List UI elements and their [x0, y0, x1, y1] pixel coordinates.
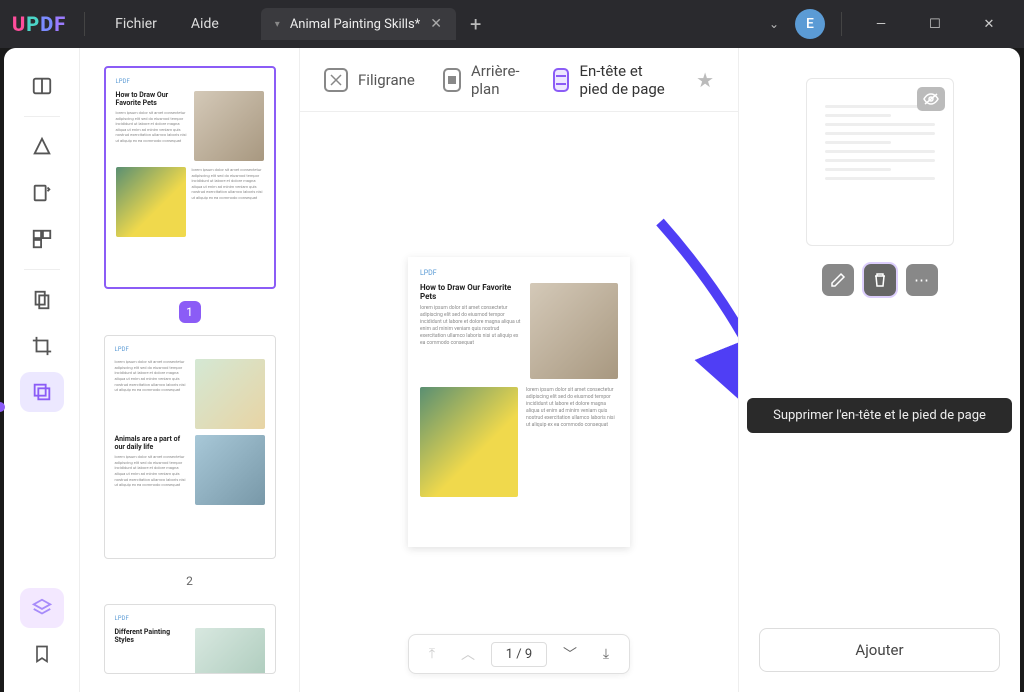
thumb-image: [195, 435, 265, 505]
last-page-button[interactable]: ⤓: [593, 641, 619, 667]
right-panel: ⋯ Supprimer l'en-tête et le pied de page…: [738, 48, 1020, 692]
thumbnail-page-1[interactable]: LPDF How to Draw Our Favorite Pets lorem…: [104, 66, 276, 289]
app-logo: UPDF: [12, 12, 66, 36]
annotation-arrow: [640, 212, 738, 432]
divider: [84, 12, 85, 36]
titlebar: UPDF Fichier Aide ▾ Animal Painting Skil…: [0, 0, 1024, 48]
doc-header: LPDF: [420, 269, 618, 277]
doc-title: How to Draw Our Favorite Pets: [420, 283, 522, 301]
close-icon[interactable]: ✕: [430, 16, 442, 32]
rail-reader-icon[interactable]: [20, 66, 64, 106]
document-viewport[interactable]: LPDF How to Draw Our Favorite Pets lorem…: [300, 112, 738, 692]
thumbnail-number: 2: [179, 571, 201, 593]
rail-indicator: [4, 402, 5, 412]
doc-image-dog: [530, 283, 618, 379]
document-page: LPDF How to Draw Our Favorite Pets lorem…: [408, 257, 630, 547]
tool-tabs: Filigrane Arrière-plan En-tête et pied d…: [300, 48, 738, 112]
window-controls: ⌄ E — ☐ ✕: [761, 8, 1012, 40]
thumb-image: [195, 359, 265, 429]
thumb-header: LPDF: [116, 78, 264, 85]
header-footer-preview[interactable]: [806, 78, 954, 246]
rail-edit-icon[interactable]: [20, 173, 64, 213]
page-indicator[interactable]: 1 / 9: [491, 642, 547, 667]
edit-button[interactable]: [822, 264, 854, 296]
tab-watermark[interactable]: Filigrane: [324, 68, 415, 92]
page-navigation: ⤒ ︿ 1 / 9 ﹀ ⤓: [408, 634, 630, 674]
header-footer-icon: [553, 68, 569, 92]
document-tab[interactable]: ▾ Animal Painting Skills* ✕: [261, 8, 456, 40]
chevron-down-icon[interactable]: ⌄: [761, 13, 787, 35]
menu-help[interactable]: Aide: [179, 10, 231, 38]
more-button[interactable]: ⋯: [906, 264, 938, 296]
tab-header-footer[interactable]: En-tête et pied de page: [553, 62, 668, 98]
rail-organize-icon[interactable]: [20, 219, 64, 259]
doc-paragraph: lorem ipsum dolor sit amet consectetur a…: [420, 305, 522, 347]
thumb-image: [116, 167, 186, 237]
rail-layers-icon[interactable]: [20, 588, 64, 628]
thumb-title: Animals are a part of our daily life: [115, 435, 189, 451]
thumbnail-panel: LPDF How to Draw Our Favorite Pets lorem…: [80, 48, 300, 692]
thumb-title: How to Draw Our Favorite Pets: [116, 91, 188, 107]
minimize-button[interactable]: —: [858, 8, 904, 40]
thumbnail-page-2[interactable]: LPDF lorem ipsum dolor sit amet consecte…: [104, 335, 276, 558]
rail-crop-icon[interactable]: [20, 326, 64, 366]
rail-ocr-icon[interactable]: [20, 280, 64, 320]
add-button[interactable]: Ajouter: [759, 628, 1000, 672]
first-page-button[interactable]: ⤒: [419, 641, 445, 667]
background-icon: [443, 68, 461, 92]
thumbnail-page-3[interactable]: LPDF Different Painting Styles: [104, 604, 276, 674]
add-tab-button[interactable]: +: [470, 12, 481, 36]
main-area: Filigrane Arrière-plan En-tête et pied d…: [300, 48, 738, 692]
thumb-image: [195, 628, 265, 674]
tab-label: En-tête et pied de page: [579, 62, 668, 98]
thumbnail-number: 1: [179, 301, 201, 323]
watermark-icon: [324, 68, 348, 92]
thumb-text: lorem ipsum dolor sit amet consectetur a…: [192, 167, 264, 201]
thumb-title: Different Painting Styles: [115, 628, 189, 644]
rail-comment-icon[interactable]: [20, 127, 64, 167]
menu-file[interactable]: Fichier: [103, 10, 169, 38]
close-window-button[interactable]: ✕: [966, 8, 1012, 40]
preview-actions: ⋯: [759, 264, 1000, 296]
prev-page-button[interactable]: ︿: [455, 641, 481, 667]
left-rail: [4, 48, 80, 692]
tab-bar: ▾ Animal Painting Skills* ✕ +: [261, 8, 751, 40]
thumb-text: lorem ipsum dolor sit amet consectetur a…: [116, 110, 188, 144]
visibility-toggle-icon[interactable]: [917, 87, 945, 111]
rail-page-tools-icon[interactable]: [20, 372, 64, 412]
star-icon[interactable]: ★: [696, 68, 714, 92]
user-avatar[interactable]: E: [795, 9, 825, 39]
tab-background[interactable]: Arrière-plan: [443, 62, 526, 98]
tooltip: Supprimer l'en-tête et le pied de page: [747, 398, 1012, 433]
rail-bookmark-icon[interactable]: [20, 634, 64, 674]
thumb-header: LPDF: [115, 615, 265, 622]
thumb-header: LPDF: [115, 346, 265, 353]
tab-title: Animal Painting Skills*: [290, 17, 420, 32]
delete-button[interactable]: [864, 264, 896, 296]
divider: [841, 12, 842, 36]
thumb-image: [194, 91, 264, 161]
tab-label: Filigrane: [358, 71, 415, 89]
tab-label: Arrière-plan: [471, 62, 525, 98]
doc-image-flowers: [420, 387, 518, 497]
pin-icon: ▾: [275, 19, 280, 30]
next-page-button[interactable]: ﹀: [557, 641, 583, 667]
maximize-button[interactable]: ☐: [912, 8, 958, 40]
doc-paragraph: lorem ipsum dolor sit amet consectetur a…: [526, 387, 618, 429]
